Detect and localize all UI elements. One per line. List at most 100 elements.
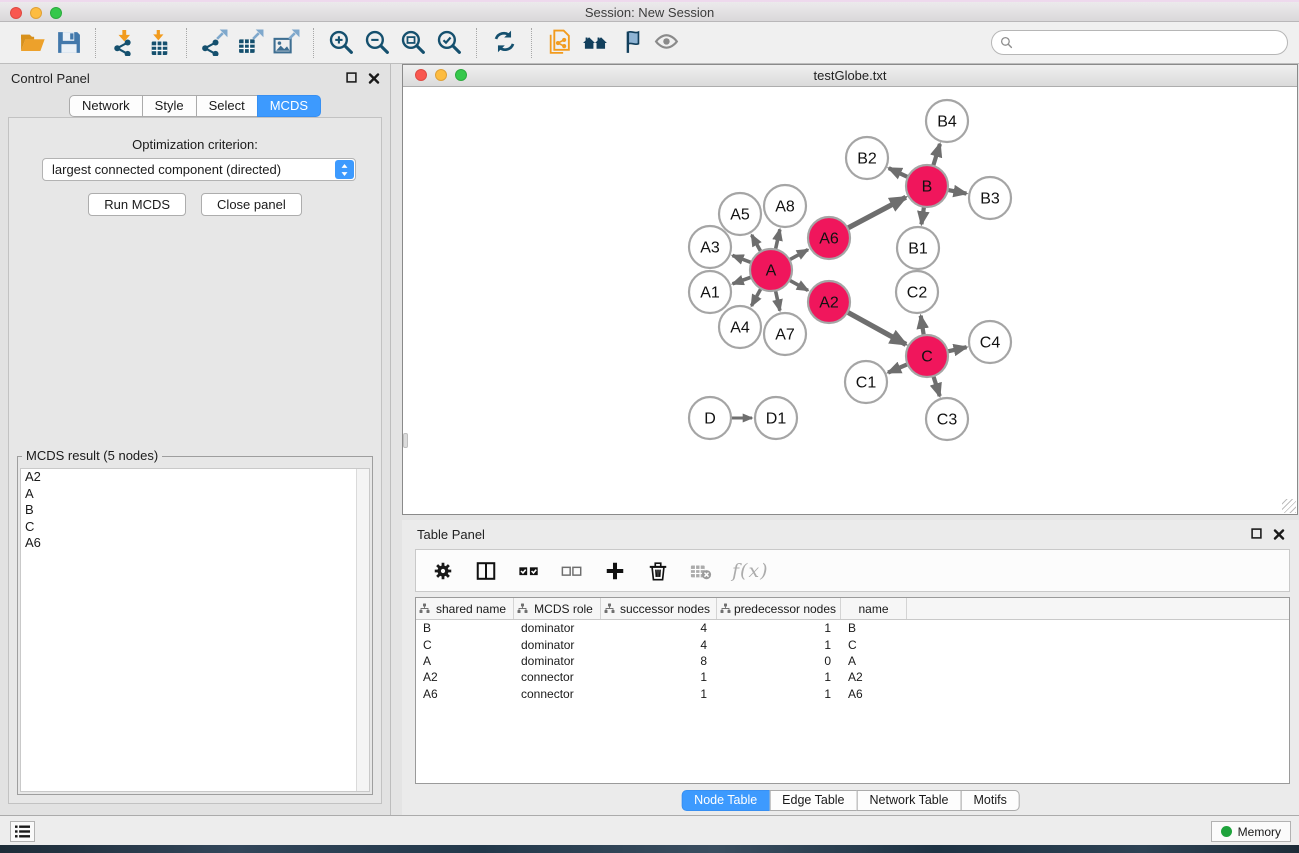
result-list-item[interactable]: A6 [21,535,369,552]
edge-B-B4[interactable] [933,144,940,166]
edge-A6-B[interactable] [848,197,906,228]
new-network-from-file-icon [546,29,573,56]
zoom-out-button[interactable] [359,26,395,60]
export-table-button[interactable] [232,26,268,60]
result-list-item[interactable]: A2 [21,469,369,486]
edge-C-C3[interactable] [933,376,939,396]
search-input[interactable] [1017,33,1287,53]
table-row[interactable]: Adominator80A [416,653,1289,669]
zoom-selected-button[interactable] [431,26,467,60]
search-field[interactable] [991,30,1288,55]
graph-node-label-A5: A5 [730,207,750,224]
close-panel-icon[interactable] [367,71,380,84]
table-cell: 1 [717,638,841,652]
show-graphics-details-button[interactable] [613,26,649,60]
tab-node-table[interactable]: Node Table [681,790,770,811]
graph-node-label-C: C [921,349,933,366]
function-builder-icon[interactable]: f(x) [732,560,769,582]
optimization-criterion-select[interactable]: largest connected component (directed) [42,158,356,181]
refresh-view-button[interactable] [486,26,522,60]
birds-eye-view-icon [654,29,681,56]
export-image-button[interactable] [268,26,304,60]
memory-button[interactable]: Memory [1211,821,1291,842]
close-table-panel-icon[interactable] [1272,527,1285,540]
graph-node-label-B2: B2 [857,151,877,168]
edge-A-A7[interactable] [775,291,779,311]
save-session-button[interactable] [50,26,86,60]
select-all-button[interactable] [517,558,541,584]
scrollbar-track[interactable] [356,469,369,791]
deselect-all-button[interactable] [560,558,584,584]
edge-A-A1[interactable] [733,277,752,284]
edge-C-C4[interactable] [947,347,966,351]
edge-B-B2[interactable] [889,168,908,177]
float-panel-icon[interactable] [345,71,358,84]
column-header-shared-name[interactable]: shared name [416,598,514,619]
run-mcds-button[interactable]: Run MCDS [88,193,186,216]
table-cell: 0 [717,654,841,668]
edge-C-C1[interactable] [888,364,908,372]
table-tabs: Node TableEdge TableNetwork TableMotifs [681,790,1020,811]
graph-node-label-A7: A7 [775,327,795,344]
resize-grip[interactable] [1282,499,1296,513]
zoom-out-icon [364,29,391,56]
home-button[interactable] [577,26,613,60]
close-panel-button[interactable]: Close panel [201,193,302,216]
memory-button-label: Memory [1238,825,1281,839]
table-row[interactable]: Cdominator41C [416,636,1289,652]
show-graphics-details-icon [618,29,645,56]
edge-A-A2[interactable] [789,280,808,290]
tab-style[interactable]: Style [142,95,197,117]
open-file-button[interactable] [14,26,50,60]
zoom-fit-button[interactable] [395,26,431,60]
control-panel-title: Control Panel [11,71,90,86]
table-row[interactable]: A2connector11A2 [416,669,1289,685]
table-panel: Table Panel f(x) shared nameMCDS rolesuc… [402,520,1299,815]
network-canvas[interactable]: B4B2BB3A5A8A6A3AB1A1C2A2A4A7C4CC1C3DD1 [403,87,1297,514]
column-header-name[interactable]: name [841,598,907,619]
tab-network[interactable]: Network [69,95,143,117]
export-network-button[interactable] [196,26,232,60]
table-row[interactable]: A6connector11A6 [416,686,1289,702]
column-header-successor-nodes[interactable]: successor nodes [601,598,717,619]
splitter-handle[interactable] [403,433,408,448]
show-columns-button[interactable] [474,558,498,584]
table-settings-button[interactable] [431,558,455,584]
column-header-predecessor-nodes[interactable]: predecessor nodes [717,598,841,619]
add-row-button[interactable] [603,558,627,584]
home-icon [582,29,609,56]
edge-A-A3[interactable] [732,255,751,262]
task-history-button[interactable] [10,821,35,842]
birds-eye-view-button[interactable] [649,26,685,60]
tab-network-table[interactable]: Network Table [857,790,962,811]
edge-B-B3[interactable] [948,190,967,194]
new-network-from-file-button[interactable] [541,26,577,60]
delete-selected-rows-button[interactable] [646,558,670,584]
tab-motifs[interactable]: Motifs [960,790,1019,811]
result-list-item[interactable]: A [21,486,369,503]
result-list-item[interactable]: C [21,519,369,536]
column-header-MCDS-role[interactable]: MCDS role [514,598,601,619]
edge-A2-C[interactable] [847,312,906,344]
table-panel-title: Table Panel [417,527,485,542]
tab-mcds[interactable]: MCDS [257,95,321,117]
edge-C-C2[interactable] [921,316,924,336]
delete-table-button[interactable] [689,558,713,584]
edge-A-A8[interactable] [775,229,779,249]
import-network-button[interactable] [105,26,141,60]
table-row[interactable]: Bdominator41B [416,620,1289,636]
edge-A-A5[interactable] [752,235,761,252]
float-table-panel-icon[interactable] [1250,527,1263,540]
edge-A-A6[interactable] [789,250,808,260]
graph-node-label-A1: A1 [700,285,720,302]
import-table-button[interactable] [141,26,177,60]
graph-node-label-C1: C1 [856,375,877,392]
tab-edge-table[interactable]: Edge Table [769,790,857,811]
zoom-in-button[interactable] [323,26,359,60]
table-cell: A2 [416,670,514,684]
column-type-icon [517,603,528,614]
edge-B-B1[interactable] [921,207,924,224]
edge-A-A4[interactable] [751,288,761,305]
tab-select[interactable]: Select [196,95,258,117]
result-list-item[interactable]: B [21,502,369,519]
